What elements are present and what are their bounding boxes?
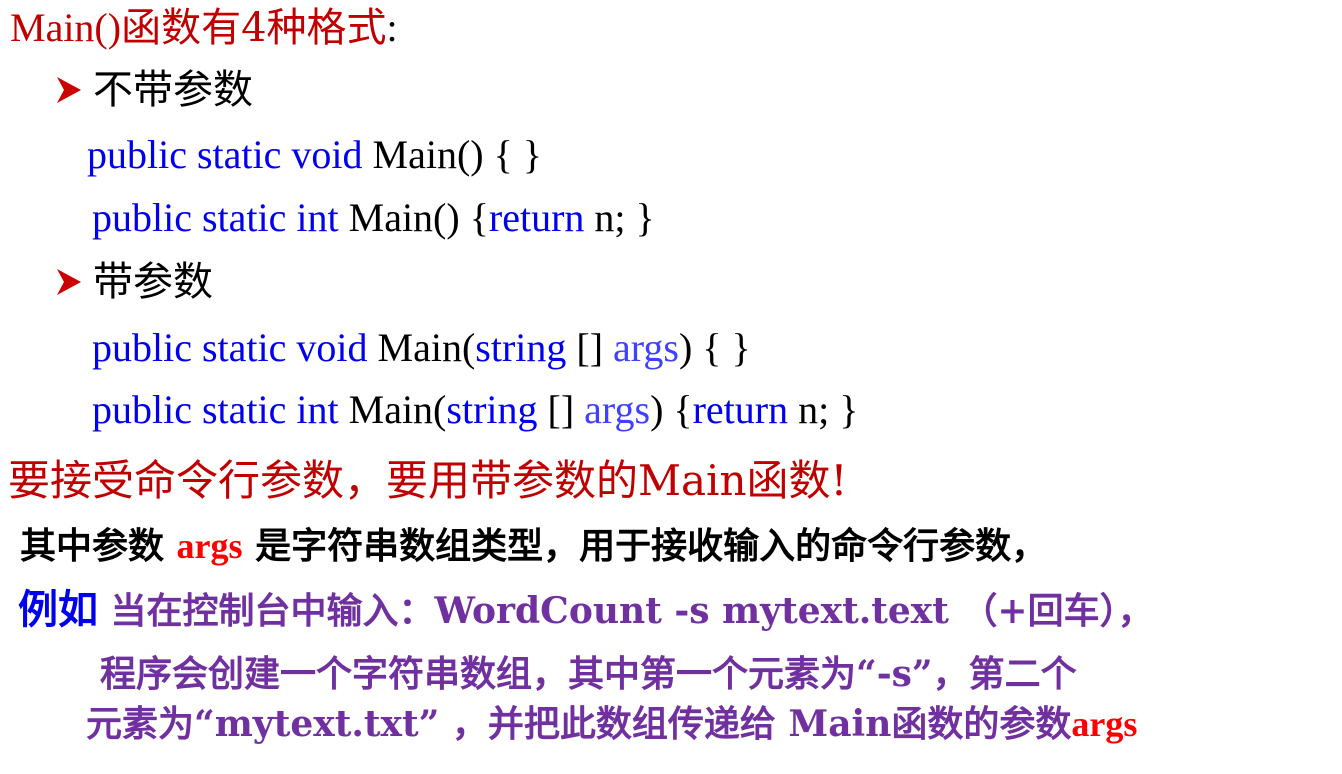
code-tail: ) { } — [678, 325, 751, 370]
explain-line-4: 元素为“mytext.txt” ，并把此数组传递给 Main函数的参数args — [86, 706, 1137, 742]
code-return: return — [488, 195, 585, 240]
code-mid: ) { — [650, 387, 693, 432]
code-type: string — [446, 387, 538, 432]
slide: Main()函数有4种格式: 不带参数 public static void M… — [0, 0, 1342, 774]
explain-after: 是字符串数组类型，用于接收输入的命令行参数， — [242, 525, 1048, 567]
code-keywords: public static void — [87, 132, 363, 177]
explain-before: 其中参数 — [20, 525, 177, 567]
bullet-no-params: 不带参数 — [55, 70, 253, 110]
code-return: return — [692, 387, 789, 432]
explain-line-1: 其中参数 args 是字符串数组类型，用于接收输入的命令行参数， — [20, 528, 1047, 564]
code-tail: n; } — [594, 195, 655, 240]
code-main: Main() { } — [372, 132, 542, 177]
arrow-bullet-icon — [57, 269, 81, 295]
code-brackets: [] — [576, 325, 604, 370]
code-line-void-main: public static void Main() { } — [87, 135, 542, 175]
code-line-void-main-args: public static void Main(string [] args) … — [92, 328, 751, 368]
code-line-int-main: public static int Main() {return n; } — [92, 198, 655, 238]
explain-args: args — [176, 526, 243, 566]
code-keywords: public static void — [92, 325, 368, 370]
code-main: Main() { — [348, 195, 489, 240]
page-title: Main()函数有4种格式: — [10, 5, 398, 51]
code-line-int-main-args: public static int Main(string [] args) {… — [92, 390, 858, 430]
code-args: args — [613, 325, 679, 370]
explain-line-2: 例如 当在控制台中输入：WordCount -s mytext.text （+回… — [18, 590, 1154, 630]
notice-text: 要接受命令行参数，要用带参数的Main函数! — [8, 456, 848, 505]
title-rest: 函数有4种格式 — [121, 5, 387, 51]
bullet-with-params-label: 带参数 — [93, 259, 213, 305]
code-keywords: public static int — [92, 195, 339, 240]
explain4-text: 元素为“mytext.txt” ，并把此数组传递给 Main函数的参数 — [86, 703, 1072, 745]
code-keywords: public static int — [92, 387, 339, 432]
title-main: Main() — [10, 5, 122, 50]
code-args: args — [584, 387, 651, 432]
bullet-no-params-label: 不带参数 — [93, 67, 253, 113]
code-type: string — [475, 325, 567, 370]
code-main: Main( — [348, 387, 447, 432]
arrow-bullet-icon — [57, 77, 81, 103]
code-brackets: [] — [547, 387, 575, 432]
explain-line-3: 程序会创建一个字符串数组，其中第一个元素为“-s”，第二个 — [100, 653, 1077, 695]
title-colon: : — [386, 5, 398, 50]
bullet-with-params: 带参数 — [55, 262, 213, 302]
example-label: 例如 — [18, 586, 98, 633]
example-text: 当在控制台中输入：WordCount -s mytext.text （+回车）， — [98, 590, 1154, 632]
code-tail: n; } — [798, 387, 859, 432]
code-main: Main( — [377, 325, 476, 370]
explain4-args: args — [1071, 704, 1138, 744]
